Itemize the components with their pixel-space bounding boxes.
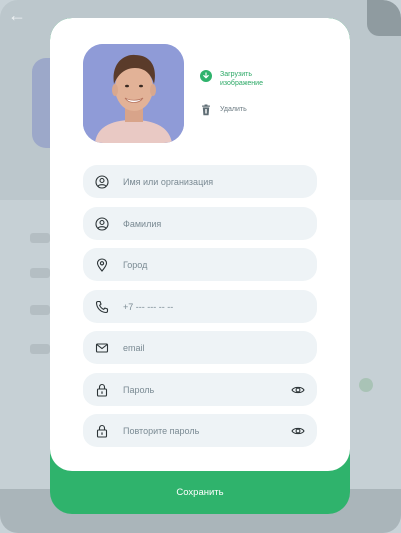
- city-placeholder: Город: [123, 259, 148, 270]
- password-input[interactable]: Пароль: [83, 373, 317, 406]
- delete-image-label: Удалить: [220, 106, 247, 113]
- avatar-photo: [83, 44, 184, 143]
- phone-placeholder: +7 --- --- -- --: [123, 301, 174, 312]
- background-line: [30, 268, 50, 278]
- password-placeholder: Пароль: [123, 384, 155, 395]
- profile-edit-modal: Загрузить изображение Удалить Имя или ор…: [50, 18, 350, 514]
- upload-image-label: Загрузить изображение: [220, 71, 263, 87]
- lock-icon: [96, 424, 108, 438]
- surname-placeholder: Фамилия: [123, 218, 162, 229]
- user-circle-icon: [95, 216, 109, 231]
- eye-icon[interactable]: [291, 383, 305, 397]
- organization-placeholder: Имя или организация: [123, 176, 214, 187]
- background-line: [30, 233, 50, 243]
- back-arrow-icon[interactable]: ←: [6, 4, 28, 26]
- eye-icon[interactable]: [291, 424, 305, 438]
- save-button[interactable]: Сохранить: [50, 471, 350, 514]
- background-line: [30, 305, 50, 315]
- save-button-label: Сохранить: [176, 487, 224, 498]
- trash-icon: [202, 104, 210, 116]
- phone-input[interactable]: +7 --- --- -- --: [83, 290, 317, 323]
- upload-image-button[interactable]: Загрузить изображение: [200, 70, 282, 88]
- background-dot: [359, 378, 373, 392]
- email-placeholder: email: [123, 342, 145, 353]
- avatar: [83, 44, 184, 143]
- email-input[interactable]: email: [83, 331, 317, 364]
- download-icon: [200, 70, 212, 82]
- user-circle-icon: [95, 174, 109, 189]
- background-line: [30, 344, 50, 354]
- repeat-password-placeholder: Повторите пароль: [123, 425, 200, 436]
- mail-icon: [95, 342, 109, 353]
- profile-form: Загрузить изображение Удалить Имя или ор…: [50, 18, 350, 471]
- location-pin-icon: [96, 257, 108, 272]
- surname-input[interactable]: Фамилия: [83, 207, 317, 240]
- background-corner-button: [367, 0, 401, 36]
- phone-icon: [95, 300, 109, 313]
- delete-image-button[interactable]: Удалить: [200, 104, 247, 116]
- organization-input[interactable]: Имя или организация: [83, 165, 317, 198]
- lock-icon: [96, 383, 108, 397]
- city-input[interactable]: Город: [83, 248, 317, 281]
- repeat-password-input[interactable]: Повторите пароль: [83, 414, 317, 447]
